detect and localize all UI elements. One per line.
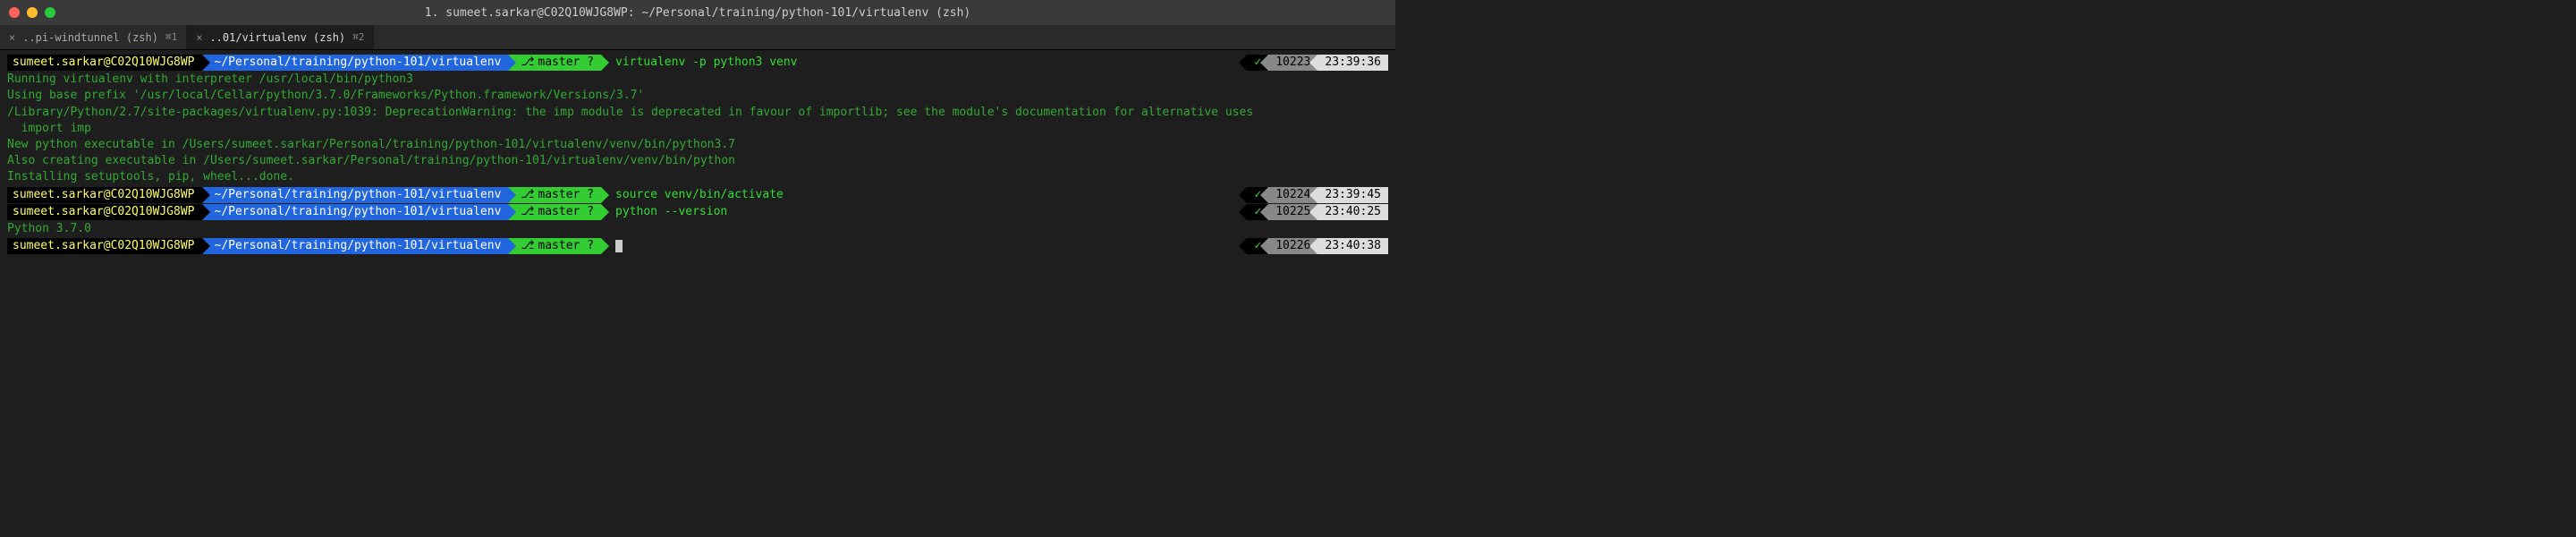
branch-icon: ⎇ [521, 55, 534, 71]
tab-shortcut: ⌘1 [165, 31, 177, 43]
output-line: Python 3.7.0 [7, 221, 1388, 237]
maximize-window-button[interactable] [45, 7, 55, 18]
prompt-git-segment: ⎇master ? [508, 55, 601, 71]
right-status: ✓ 10223 23:39:36 [1247, 55, 1388, 71]
terminal-content[interactable]: sumeet.sarkar@C02Q10WJG8WP ~/Personal/tr… [0, 50, 1395, 259]
tab-label: ..01/virtualenv (zsh) [209, 31, 345, 44]
prompt-git-segment: ⎇master ? [508, 238, 601, 254]
status-time: 23:40:38 [1318, 238, 1388, 254]
prompt-user-segment: sumeet.sarkar@C02Q10WJG8WP [7, 187, 202, 203]
traffic-lights [9, 7, 55, 18]
command-text: source venv/bin/activate [615, 187, 784, 203]
right-status: ✓ 10225 23:40:25 [1247, 204, 1388, 220]
prompt-path-segment: ~/Personal/training/python-101/virtualen… [202, 204, 509, 220]
prompt-user-segment: sumeet.sarkar@C02Q10WJG8WP [7, 55, 202, 71]
tab-label: ..pi-windtunnel (zsh) [22, 31, 158, 44]
tab-shortcut: ⌘2 [352, 31, 364, 43]
branch-icon: ⎇ [521, 204, 534, 220]
tab-windtunnel[interactable]: × ..pi-windtunnel (zsh) ⌘1 [0, 25, 187, 49]
prompt-line-current: sumeet.sarkar@C02Q10WJG8WP ~/Personal/tr… [7, 238, 1388, 254]
branch-icon: ⎇ [521, 238, 534, 254]
status-time: 23:40:25 [1318, 204, 1388, 220]
output-line: import imp [7, 121, 1388, 137]
status-time: 23:39:36 [1318, 55, 1388, 71]
command-text: python --version [615, 204, 727, 220]
cursor[interactable] [615, 240, 623, 252]
prompt-user-segment: sumeet.sarkar@C02Q10WJG8WP [7, 204, 202, 220]
output-line: /Library/Python/2.7/site-packages/virtua… [7, 105, 1388, 121]
prompt-line: sumeet.sarkar@C02Q10WJG8WP ~/Personal/tr… [7, 204, 1388, 220]
close-icon[interactable]: × [196, 31, 202, 44]
output-line: Installing setuptools, pip, wheel...done… [7, 169, 1388, 185]
tab-virtualenv[interactable]: × ..01/virtualenv (zsh) ⌘2 [187, 25, 374, 49]
command-text: virtualenv -p python3 venv [615, 55, 798, 71]
right-status: ✓ 10224 23:39:45 [1247, 187, 1388, 203]
prompt-git-segment: ⎇master ? [508, 204, 601, 220]
prompt-line: sumeet.sarkar@C02Q10WJG8WP ~/Personal/tr… [7, 187, 1388, 203]
tabbar: × ..pi-windtunnel (zsh) ⌘1 × ..01/virtua… [0, 25, 1395, 50]
output-line: New python executable in /Users/sumeet.s… [7, 137, 1388, 153]
prompt-user-segment: sumeet.sarkar@C02Q10WJG8WP [7, 238, 202, 254]
window-title: 1. sumeet.sarkar@C02Q10WJG8WP: ~/Persona… [425, 6, 970, 20]
branch-icon: ⎇ [521, 187, 534, 203]
close-window-button[interactable] [9, 7, 20, 18]
prompt-line: sumeet.sarkar@C02Q10WJG8WP ~/Personal/tr… [7, 55, 1388, 71]
output-line: Using base prefix '/usr/local/Cellar/pyt… [7, 88, 1388, 104]
status-time: 23:39:45 [1318, 187, 1388, 203]
prompt-path-segment: ~/Personal/training/python-101/virtualen… [202, 55, 509, 71]
prompt-git-segment: ⎇master ? [508, 187, 601, 203]
output-line: Running virtualenv with interpreter /usr… [7, 72, 1388, 88]
prompt-path-segment: ~/Personal/training/python-101/virtualen… [202, 187, 509, 203]
titlebar: 1. sumeet.sarkar@C02Q10WJG8WP: ~/Persona… [0, 0, 1395, 25]
right-status: ✓ 10226 23:40:38 [1247, 238, 1388, 254]
output-line: Also creating executable in /Users/sumee… [7, 153, 1388, 169]
minimize-window-button[interactable] [27, 7, 38, 18]
close-icon[interactable]: × [9, 31, 15, 44]
prompt-path-segment: ~/Personal/training/python-101/virtualen… [202, 238, 509, 254]
